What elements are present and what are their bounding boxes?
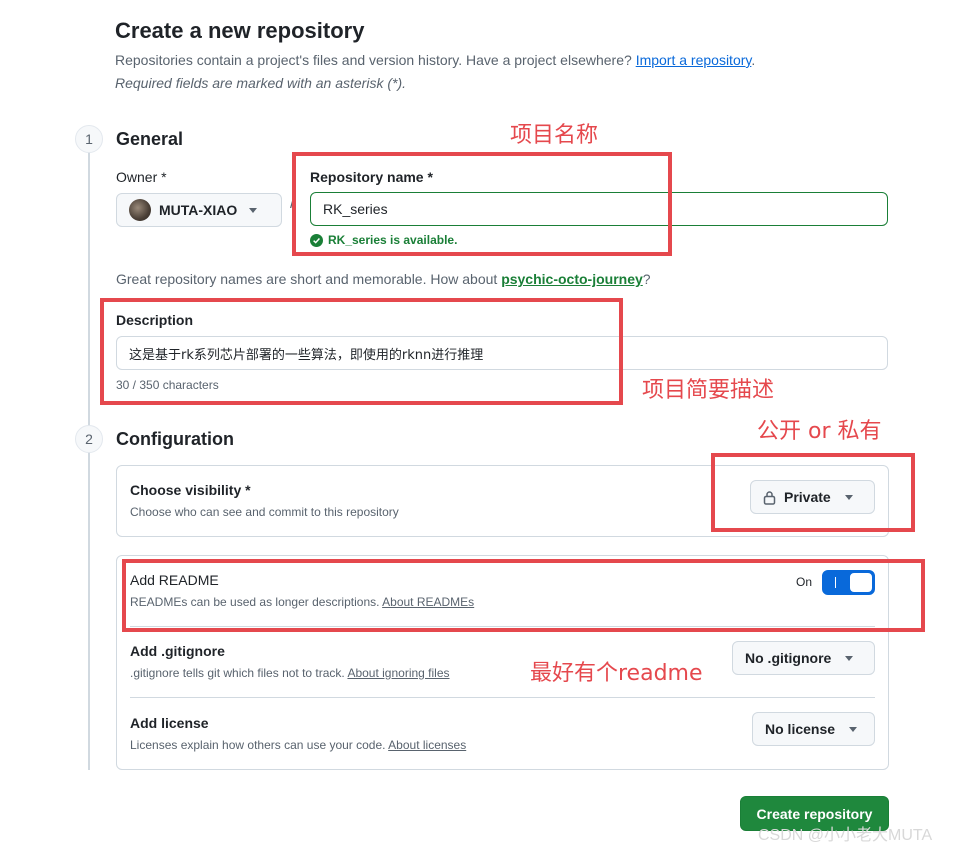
options-divider <box>130 697 875 698</box>
license-value: No license <box>765 721 836 737</box>
section-rail <box>88 148 90 770</box>
license-hint: Licenses explain how others can use your… <box>130 738 466 752</box>
visibility-hint: Choose who can see and commit to this re… <box>130 505 399 519</box>
suggestion-suffix: ? <box>642 271 651 287</box>
annotation-description: 项目简要描述 <box>642 378 775 403</box>
required-note: Required fields are marked with an aster… <box>115 75 407 91</box>
license-hint-text: Licenses explain how others can use your… <box>130 738 386 752</box>
gitignore-hint-text: .gitignore tells git which files not to … <box>130 666 345 680</box>
annotation-box-visibility <box>711 453 915 532</box>
configuration-section-title: Configuration <box>116 429 234 449</box>
annotation-readme: 最好有个readme <box>530 661 703 686</box>
owner-value: MUTA-XIAO <box>159 202 238 218</box>
license-select[interactable]: No license <box>752 712 875 746</box>
step-1-badge: 1 <box>75 125 103 153</box>
visibility-label: Choose visibility * <box>130 482 251 498</box>
annotation-visibility: 公开 or 私有 <box>757 419 882 444</box>
gitignore-select[interactable]: No .gitignore <box>732 641 875 675</box>
suggestion-text: Great repository names are short and mem… <box>116 271 498 287</box>
watermark: CSDN @小小老大MUTA <box>758 827 933 844</box>
general-section-title: General <box>116 129 184 149</box>
annotation-box-description <box>100 298 623 405</box>
about-ignoring-files-link[interactable]: About ignoring files <box>347 666 449 680</box>
gitignore-hint: .gitignore tells git which files not to … <box>130 666 450 680</box>
import-repository-link[interactable]: Import a repository <box>636 52 752 68</box>
suggestion-name-link[interactable]: psychic-octo-journey <box>501 271 643 287</box>
page-title: Create a new repository <box>115 18 365 43</box>
license-label: Add license <box>130 715 209 731</box>
annotation-box-name <box>292 152 672 256</box>
subtitle-text: Repositories contain a project's files a… <box>115 52 632 68</box>
gitignore-value: No .gitignore <box>745 650 832 666</box>
avatar <box>129 199 151 221</box>
step-2-badge: 2 <box>75 425 103 453</box>
about-licenses-link[interactable]: About licenses <box>388 738 466 752</box>
gitignore-label: Add .gitignore <box>130 643 225 659</box>
owner-label: Owner * <box>116 169 167 185</box>
chevron-down-icon <box>845 655 854 661</box>
chevron-down-icon <box>849 726 858 732</box>
chevron-down-icon <box>249 207 258 213</box>
subtitle-suffix: . <box>751 52 756 68</box>
owner-select[interactable]: MUTA-XIAO <box>116 193 282 227</box>
annotation-name: 项目名称 <box>510 123 599 148</box>
annotation-box-readme <box>122 559 925 632</box>
page-subtitle: Repositories contain a project's files a… <box>115 52 755 68</box>
name-suggestion: Great repository names are short and mem… <box>116 271 651 287</box>
